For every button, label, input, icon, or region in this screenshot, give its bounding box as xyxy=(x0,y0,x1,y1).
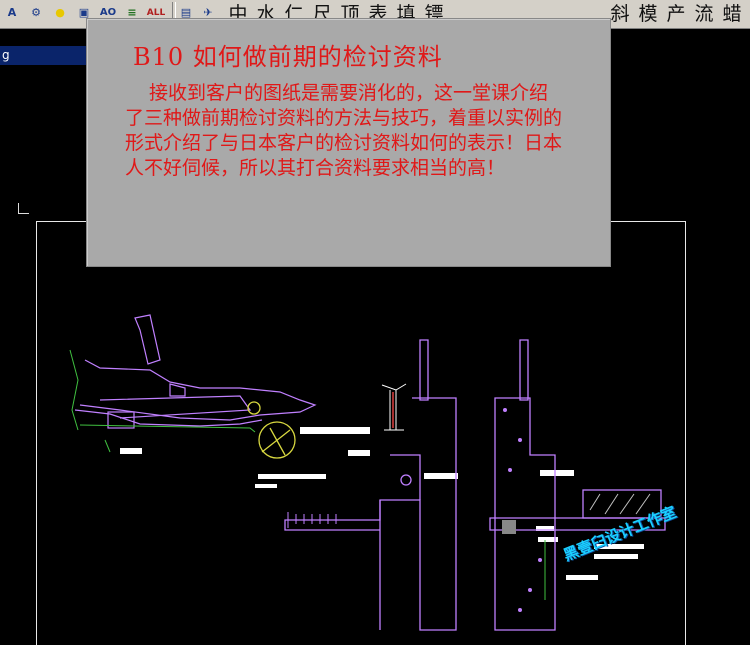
circle-icon[interactable]: ● xyxy=(50,3,70,23)
popup-body: 接收到客户的图纸是需要消化的，这一堂课介绍了三种做前期检讨资料的方法与技巧，着重… xyxy=(125,82,563,179)
left-mechanism-green-lines xyxy=(69,349,256,453)
right-assembly-drawing xyxy=(489,339,666,631)
left-mechanism-drawing xyxy=(74,314,317,429)
cjk-button-11[interactable]: 流 xyxy=(690,2,718,26)
center-assembly-drawing xyxy=(284,339,457,631)
cjk-button-10[interactable]: 产 xyxy=(662,2,690,26)
popup-title: B10 如何做前期的检讨资料 xyxy=(133,43,443,71)
pin-symbol xyxy=(381,383,407,431)
hatched-block xyxy=(502,520,516,534)
cjk-button-12[interactable]: 蜡 xyxy=(718,2,746,26)
lesson-description-popup: B10 如何做前期的检讨资料 接收到客户的图纸是需要消化的，这一堂课介绍了三种做… xyxy=(86,18,611,267)
right-assembly-hatch xyxy=(589,493,651,515)
gear-icon[interactable]: ⚙ xyxy=(26,3,46,23)
text-a-icon[interactable]: A xyxy=(2,3,22,23)
detail-circles xyxy=(247,401,296,459)
cjk-button-9[interactable]: 模 xyxy=(634,2,662,26)
